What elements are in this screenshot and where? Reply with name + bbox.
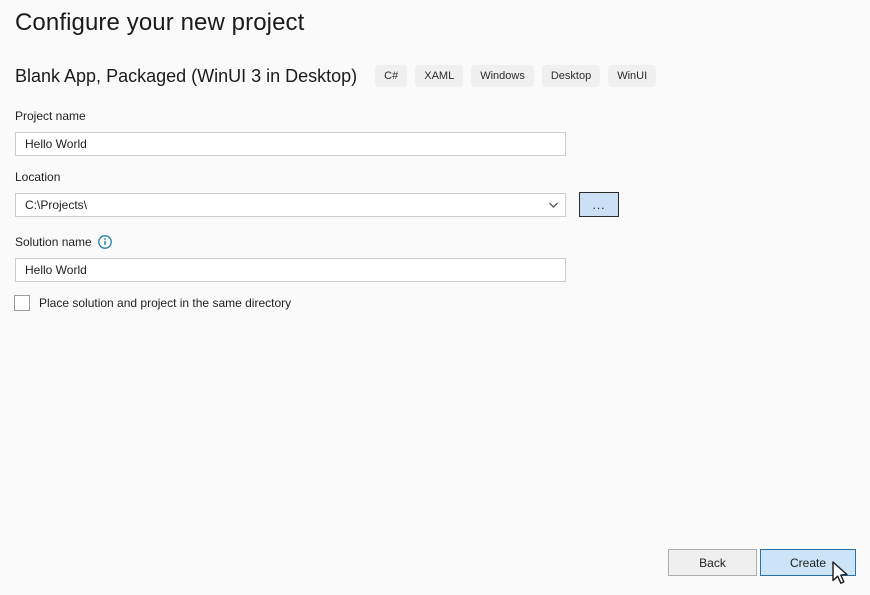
project-name-label: Project name bbox=[15, 109, 86, 123]
solution-name-label-text: Solution name bbox=[15, 235, 92, 249]
project-name-input[interactable] bbox=[15, 132, 566, 156]
info-circle-icon[interactable] bbox=[98, 235, 112, 249]
page-title: Configure your new project bbox=[15, 9, 304, 37]
configure-project-dialog: Configure your new project Blank App, Pa… bbox=[0, 0, 870, 595]
location-label: Location bbox=[15, 170, 60, 184]
browse-location-button[interactable]: ... bbox=[579, 192, 619, 217]
location-value: C:\Projects\ bbox=[25, 194, 87, 216]
template-tag-windows: Windows bbox=[471, 65, 534, 87]
back-button[interactable]: Back bbox=[668, 549, 757, 576]
create-button[interactable]: Create bbox=[760, 549, 856, 576]
same-directory-checkbox[interactable] bbox=[14, 295, 30, 311]
template-tag-xaml: XAML bbox=[415, 65, 463, 87]
template-name: Blank App, Packaged (WinUI 3 in Desktop) bbox=[15, 62, 357, 90]
template-tag-csharp: C# bbox=[375, 65, 407, 87]
same-directory-checkbox-row[interactable]: Place solution and project in the same d… bbox=[14, 295, 291, 311]
template-summary-row: Blank App, Packaged (WinUI 3 in Desktop)… bbox=[15, 62, 656, 90]
solution-name-label: Solution name bbox=[15, 235, 112, 249]
same-directory-label: Place solution and project in the same d… bbox=[39, 296, 291, 310]
chevron-down-icon[interactable] bbox=[547, 194, 559, 216]
template-tag-list: C# XAML Windows Desktop WinUI bbox=[375, 65, 656, 87]
location-combobox[interactable]: C:\Projects\ bbox=[15, 193, 566, 217]
template-tag-winui: WinUI bbox=[608, 65, 656, 87]
template-tag-desktop: Desktop bbox=[542, 65, 600, 87]
solution-name-input[interactable] bbox=[15, 258, 566, 282]
